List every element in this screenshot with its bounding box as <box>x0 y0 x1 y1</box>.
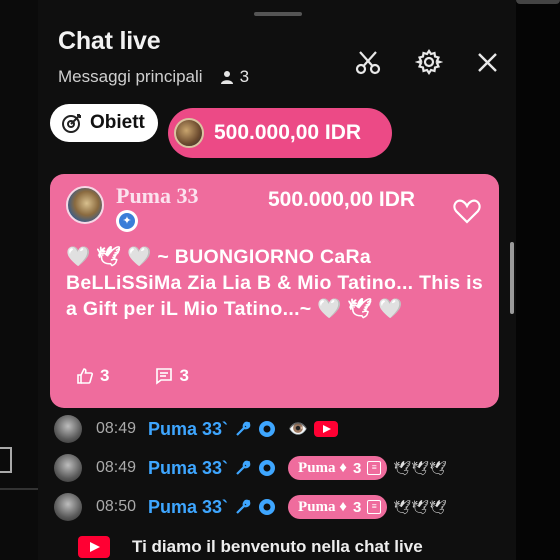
chat-mode-selector[interactable]: Messaggi principali 3 <box>58 67 249 87</box>
pill-name: Puma ♦ <box>298 498 347 515</box>
youtube-icon <box>78 536 110 558</box>
page-title: Chat live <box>58 27 161 55</box>
message-author[interactable]: Puma 33` <box>148 458 228 479</box>
message-emoji: 👁️ <box>288 421 308 438</box>
scrollbar[interactable] <box>510 242 514 314</box>
pill-count: 3 <box>352 459 362 477</box>
chat-mode-label: Messaggi principali <box>58 67 203 86</box>
device-bezel-right <box>510 0 560 560</box>
member-pill: Puma ♦ 3 ≡ <box>288 456 388 480</box>
super-chat-chip-amount: 500.000,00 IDR <box>214 121 362 144</box>
pinned-chips-row: Obiett 500.000,00 IDR <box>50 104 392 158</box>
viewer-count-value: 3 <box>239 67 250 86</box>
gear-icon[interactable] <box>414 48 444 76</box>
super-chat-card[interactable]: Puma 33 ✦ 500.000,00 IDR 🤍 🕊 🤍 ~ BUONGIO… <box>50 174 499 408</box>
goal-chip-label: Obiett <box>90 112 145 133</box>
bezel-corner <box>516 0 560 4</box>
youtube-icon <box>313 421 338 437</box>
wrench-icon <box>234 420 252 438</box>
message-time: 08:49 <box>96 420 137 437</box>
wrench-icon <box>234 459 252 477</box>
message-content: 👁️ <box>288 419 338 439</box>
live-chat-panel: Chat live Messaggi principali 3 Obiett 5… <box>38 0 516 560</box>
like-button[interactable]: 3 <box>76 366 109 386</box>
reply-count: 3 <box>179 366 189 385</box>
thumbs-up-icon <box>77 368 93 384</box>
chat-message-row[interactable]: 08:49 Puma 33` 👁️ <box>54 414 338 444</box>
avatar <box>54 454 82 482</box>
heart-icon[interactable] <box>452 196 482 226</box>
verified-badge-icon <box>258 420 276 438</box>
chat-message-row[interactable]: 08:49 Puma 33` Puma ♦ 3 ≡ 🕊🕊🕊 <box>54 453 447 483</box>
goal-chip[interactable]: Obiett <box>50 104 158 142</box>
wrench-icon <box>234 498 252 516</box>
bezel-line <box>0 488 38 490</box>
super-chat-author: Puma 33 <box>116 183 199 208</box>
drag-handle[interactable] <box>254 12 302 16</box>
super-chat-amount: 500.000,00 IDR <box>268 188 416 211</box>
avatar <box>66 186 104 224</box>
verified-badge-icon <box>258 498 276 516</box>
member-pill: Puma ♦ 3 ≡ <box>288 495 388 519</box>
target-icon <box>62 114 81 133</box>
chat-message-row[interactable]: 08:50 Puma 33` Puma ♦ 3 ≡ 🕊🕊🕊 <box>54 492 447 522</box>
comment-icon: ≡ <box>367 461 382 475</box>
message-time: 08:50 <box>96 498 137 515</box>
person-icon <box>220 71 233 84</box>
pill-count: 3 <box>352 498 362 516</box>
message-emoji: 🕊🕊🕊 <box>393 459 447 476</box>
avatar <box>54 493 82 521</box>
message-content: Puma ♦ 3 ≡ 🕊🕊🕊 <box>288 456 447 480</box>
bezel-bracket <box>0 447 12 473</box>
device-bezel-left <box>0 0 38 560</box>
like-count: 3 <box>100 366 110 385</box>
message-emoji: 🕊🕊🕊 <box>393 498 447 515</box>
close-icon[interactable] <box>474 48 502 76</box>
message-content: Puma ♦ 3 ≡ 🕊🕊🕊 <box>288 495 447 519</box>
message-author[interactable]: Puma 33` <box>148 419 228 440</box>
avatar <box>174 118 204 148</box>
avatar <box>54 415 82 443</box>
verified-badge-icon <box>258 459 276 477</box>
viewer-count: 3 <box>219 67 249 87</box>
scissors-icon[interactable] <box>354 48 382 76</box>
reply-button[interactable]: 3 <box>155 366 189 386</box>
super-chat-chip[interactable]: 500.000,00 IDR <box>168 108 392 158</box>
member-badge-icon: ✦ <box>116 210 138 232</box>
message-author[interactable]: Puma 33` <box>148 497 228 518</box>
message-time: 08:49 <box>96 459 137 476</box>
pill-name: Puma ♦ <box>298 459 347 476</box>
comment-icon <box>156 368 173 385</box>
welcome-banner: Ti diamo il benvenuto nella chat live <box>78 536 423 558</box>
comment-icon: ≡ <box>367 500 382 514</box>
welcome-text: Ti diamo il benvenuto nella chat live <box>132 537 423 556</box>
super-chat-actions: 3 3 <box>76 366 189 386</box>
super-chat-message: 🤍 🕊 🤍 ~ BUONGIORNO CaRa BeLLiSSiMa Zia L… <box>66 246 483 320</box>
